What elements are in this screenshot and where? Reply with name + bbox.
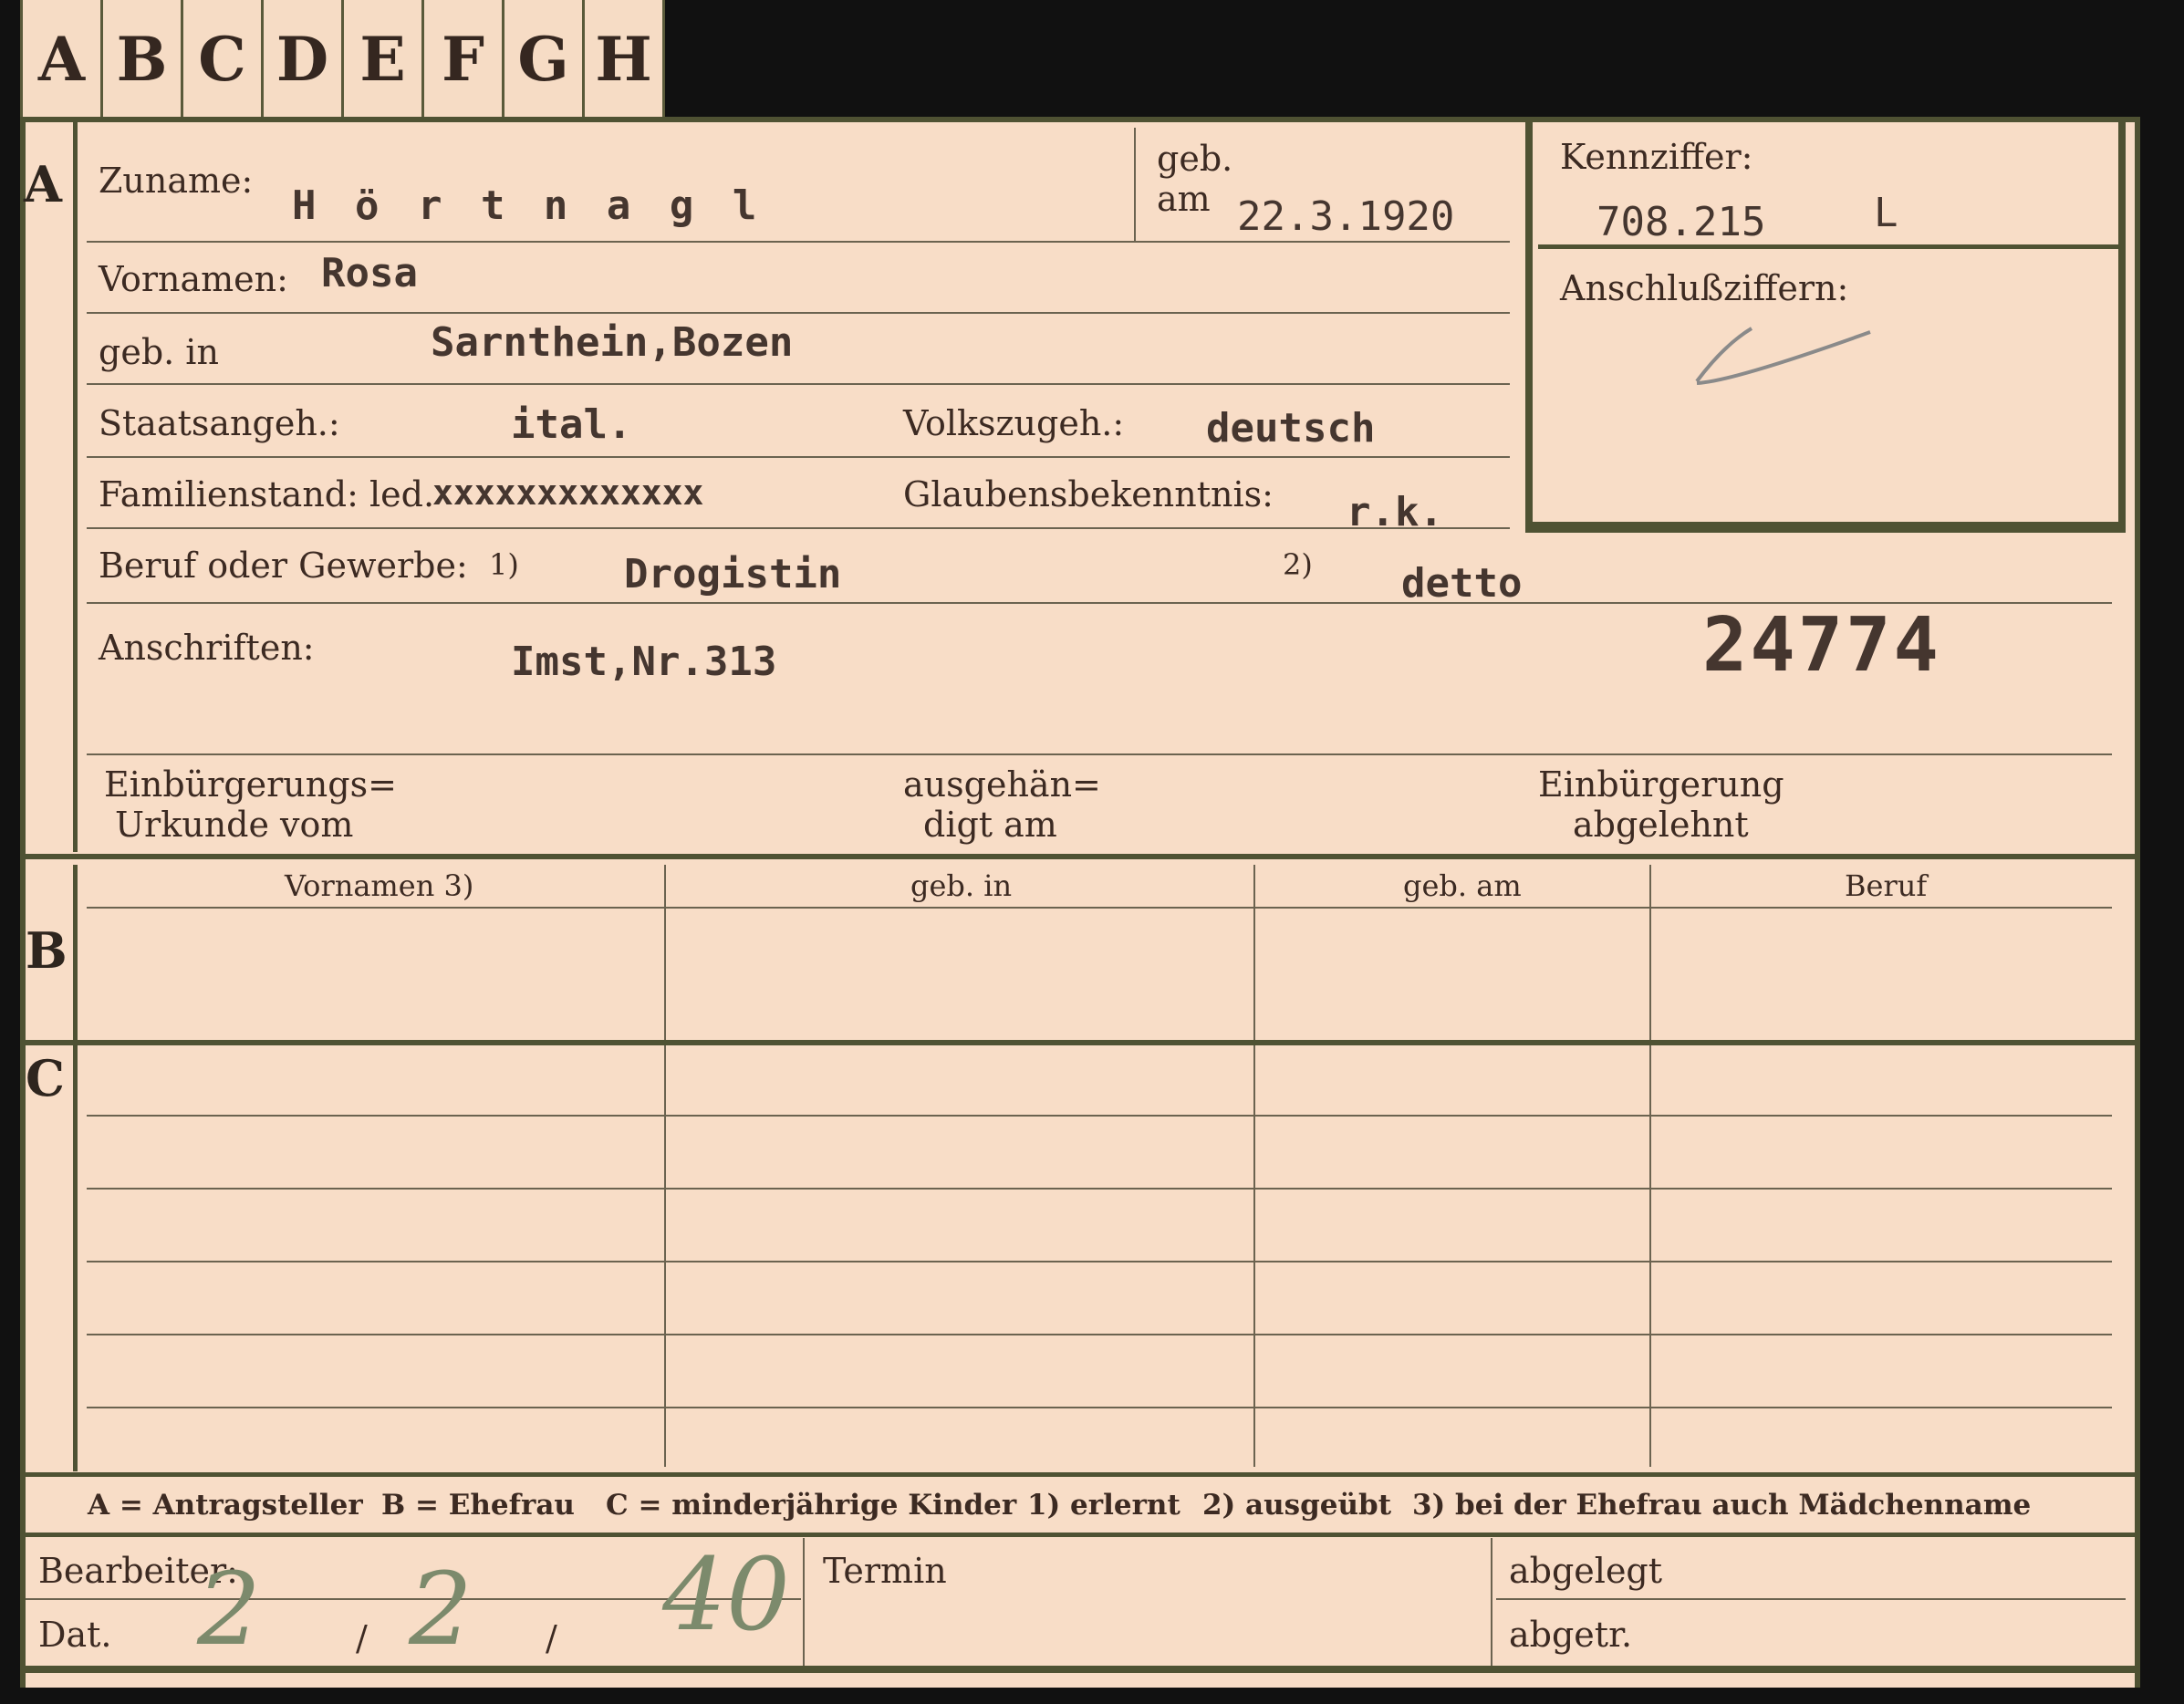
geb-am-value: 22.3.1920 xyxy=(1237,193,1455,240)
legend-note-3: 3) bei der Ehefrau auch Mädchenname xyxy=(1412,1489,2032,1522)
frame-bottom xyxy=(20,1666,2140,1673)
zuname-value: H ö r t n a g l xyxy=(292,182,764,229)
termin-label: Termin xyxy=(823,1551,947,1591)
anschriften-label: Anschriften: xyxy=(99,628,315,668)
beruf-footnote-2: 2) xyxy=(1283,547,1313,582)
section-a-divider xyxy=(73,122,78,852)
anschriften-value: Imst,Nr.313 xyxy=(511,639,777,685)
tab-f: F xyxy=(424,0,504,119)
volkszugeh-value: deutsch xyxy=(1206,405,1376,452)
datum-day: 2 xyxy=(197,1551,261,1668)
glaubensbekenntnis-label: Glaubensbekenntnis: xyxy=(903,474,1274,514)
datum-separator-2: / xyxy=(546,1618,557,1658)
legend-top xyxy=(20,1472,2140,1477)
zuname-label: Zuname: xyxy=(99,161,254,201)
geb-in-label: geb. in xyxy=(99,332,219,372)
tab-a: A xyxy=(20,0,103,119)
frame-top xyxy=(20,117,2140,122)
col-header-geb-am: geb. am xyxy=(1403,868,1522,903)
legend-kinder: C = minderjährige Kinder xyxy=(606,1489,1017,1522)
datum-month: 2 xyxy=(409,1551,473,1668)
abgetragen-label: abgetr. xyxy=(1509,1615,1633,1655)
legend-note-2: 2) ausgeübt xyxy=(1202,1489,1392,1522)
familienstand-label: Familienstand: led. xyxy=(99,474,435,514)
datum-label: Dat. xyxy=(38,1615,112,1655)
tab-b: B xyxy=(103,0,183,119)
familienstand-struck: xxxxxxxxxxxxx xyxy=(432,473,704,513)
kennziffer-box-bottom xyxy=(1525,522,2118,533)
einbuergerungsurkunde-label-2: Urkunde vom xyxy=(115,805,354,845)
anschlussziffern-label: Anschlußziffern: xyxy=(1560,268,1849,308)
col-header-vornamen: Vornamen 3) xyxy=(285,868,474,903)
section-b-marker: B xyxy=(26,921,68,980)
file-number: 24774 xyxy=(1702,602,1941,689)
abgelehnt-label-2: abgelehnt xyxy=(1573,805,1749,845)
section-c-marker: C xyxy=(26,1049,65,1107)
datum-year: 40 xyxy=(662,1536,790,1653)
ausgehaendigt-label-1: ausgehän= xyxy=(903,764,1101,805)
tab-h: H xyxy=(585,0,665,119)
vornamen-value: Rosa xyxy=(321,250,418,296)
legend-antragsteller: A = Antragsteller xyxy=(88,1489,363,1522)
tab-d: D xyxy=(264,0,344,119)
kennziffer-mark: L xyxy=(1874,190,1898,236)
beruf-ausgeuebt-value: detto xyxy=(1401,560,1523,607)
register-tabs: A B C D E F G H xyxy=(20,0,665,119)
legend-bottom xyxy=(20,1533,2140,1537)
volkszugeh-label: Volkszugeh.: xyxy=(903,403,1125,443)
vornamen-label: Vornamen: xyxy=(99,259,288,299)
pencil-tick-mark xyxy=(1695,327,1871,385)
section-a-marker: A xyxy=(24,155,62,213)
legend-note-1: 1) erlernt xyxy=(1027,1489,1180,1522)
col-header-beruf: Beruf xyxy=(1845,868,1928,903)
abgelehnt-label-1: Einbürgerung xyxy=(1538,764,1784,805)
section-b-top xyxy=(20,854,2140,859)
tab-c: C xyxy=(183,0,264,119)
section-c-top xyxy=(20,1040,2140,1045)
kennziffer-box-right xyxy=(2118,122,2126,533)
kennziffer-value: 708.215 xyxy=(1596,199,1766,245)
beruf-erlernt-value: Drogistin xyxy=(624,551,842,597)
section-bc-divider xyxy=(73,865,78,1471)
legend-ehefrau: B = Ehefrau xyxy=(381,1489,575,1522)
datum-separator-1: / xyxy=(356,1618,368,1658)
glaubensbekenntnis-value: r.k. xyxy=(1347,489,1443,535)
kennziffer-label: Kennziffer: xyxy=(1560,137,1753,177)
kennziffer-box-left xyxy=(1525,122,1533,533)
staatsangeh-value: ital. xyxy=(511,401,632,448)
ausgehaendigt-label-2: digt am xyxy=(923,805,1057,845)
col-header-geb-in: geb. in xyxy=(910,868,1013,903)
tab-e: E xyxy=(344,0,424,119)
staatsangeh-label: Staatsangeh.: xyxy=(99,403,340,443)
geb-in-value: Sarnthein,Bozen xyxy=(431,319,794,366)
einbuergerungsurkunde-label-1: Einbürgerungs= xyxy=(104,764,397,805)
beruf-label: Beruf oder Gewerbe: xyxy=(99,545,468,586)
beruf-footnote-1: 1) xyxy=(489,547,519,582)
tab-g: G xyxy=(504,0,585,119)
frame-right xyxy=(2135,117,2140,1688)
am-label: am xyxy=(1157,179,1211,219)
abgelegt-label: abgelegt xyxy=(1509,1551,1663,1591)
geb-label: geb. xyxy=(1157,139,1233,179)
frame-left xyxy=(20,117,26,1688)
